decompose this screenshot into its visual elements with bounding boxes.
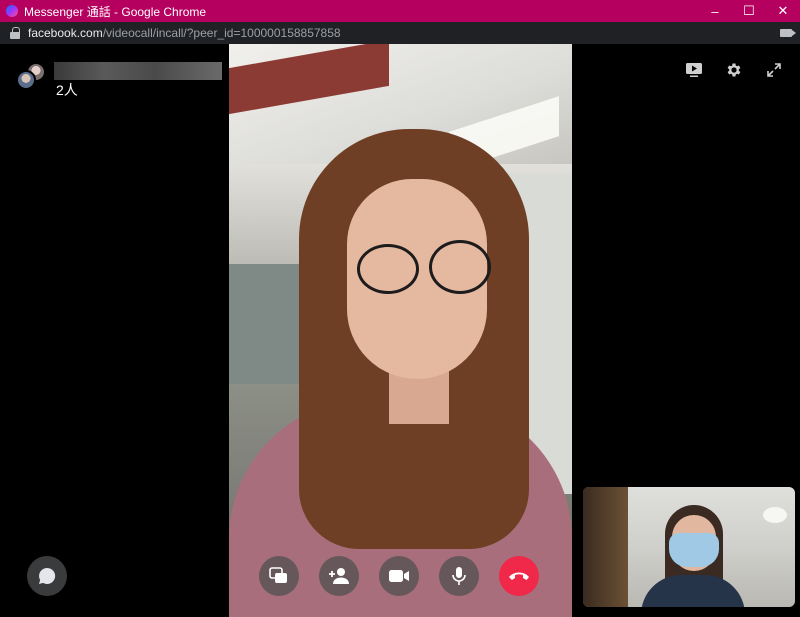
microphone-icon — [452, 567, 466, 585]
avatar — [16, 70, 36, 90]
top-tools — [684, 60, 784, 80]
avatar-group — [16, 62, 48, 94]
url-domain[interactable]: facebook.com — [28, 26, 103, 40]
participants-info[interactable]: 2人 — [16, 62, 222, 100]
chat-button[interactable] — [27, 556, 67, 596]
call-controls — [259, 556, 539, 596]
lock-icon[interactable] — [10, 27, 20, 39]
screen-share-icon — [269, 567, 287, 583]
hang-up-icon — [509, 572, 529, 580]
messenger-icon — [6, 5, 18, 17]
maximize-button[interactable]: ☐ — [732, 0, 766, 22]
end-call-button[interactable] — [499, 556, 539, 596]
add-person-icon — [329, 568, 349, 584]
gear-icon[interactable] — [724, 60, 744, 80]
address-bar[interactable]: facebook.com/videocall/incall/?peer_id=1… — [0, 22, 800, 44]
call-area: 2人 — [0, 44, 800, 617]
add-person-button[interactable] — [319, 556, 359, 596]
camera-in-use-icon[interactable] — [780, 29, 796, 37]
close-button[interactable]: ✕ — [766, 0, 800, 22]
screen-share-view-icon[interactable] — [684, 60, 704, 80]
minimize-button[interactable]: – — [698, 0, 732, 22]
expand-icon[interactable] — [764, 60, 784, 80]
video-camera-icon — [389, 570, 409, 582]
camera-button[interactable] — [379, 556, 419, 596]
window-title: Messenger 通話 - Google Chrome — [24, 4, 207, 19]
participant-names-redacted — [54, 62, 222, 80]
window-titlebar: Messenger 通話 - Google Chrome – ☐ ✕ — [0, 0, 800, 22]
participant-count: 2人 — [56, 82, 78, 98]
url-path[interactable]: /videocall/incall/?peer_id=1000001588578… — [103, 26, 341, 40]
self-video[interactable] — [583, 487, 795, 607]
microphone-button[interactable] — [439, 556, 479, 596]
remote-video — [229, 44, 572, 617]
chat-bubble-icon — [39, 567, 56, 584]
share-screen-button[interactable] — [259, 556, 299, 596]
